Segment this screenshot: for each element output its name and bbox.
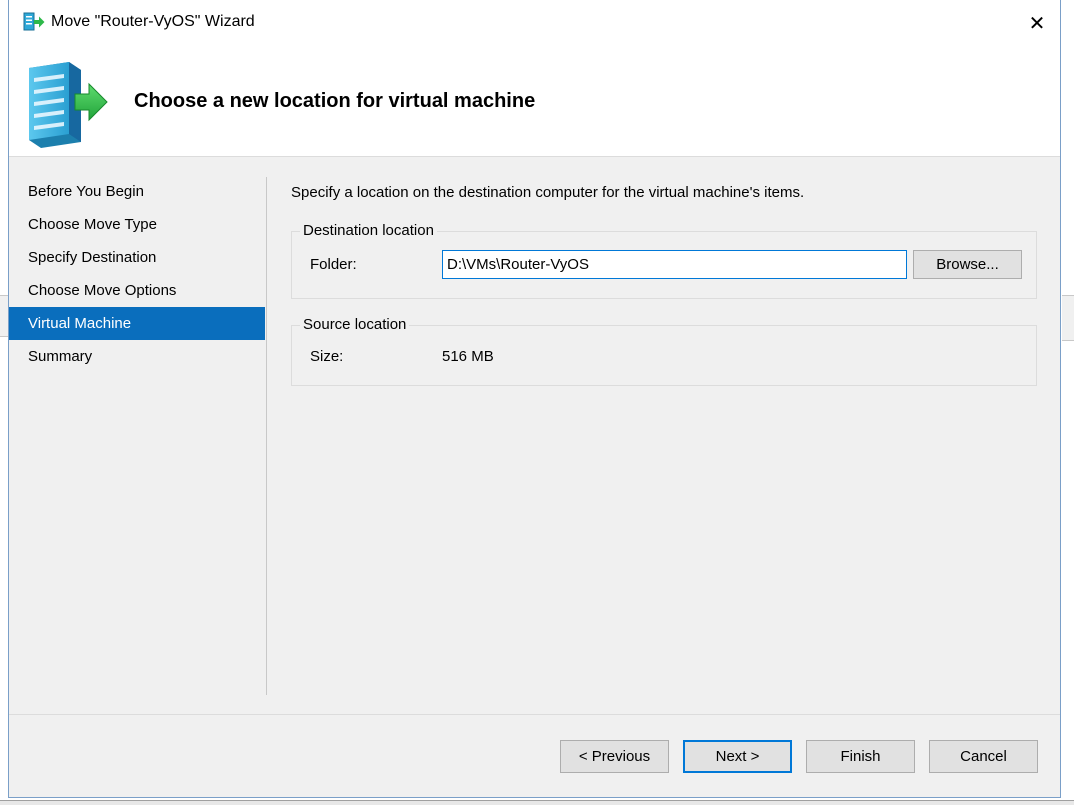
folder-label: Folder: — [310, 256, 357, 273]
finish-button[interactable]: Finish — [806, 740, 915, 773]
footer-divider — [9, 714, 1060, 715]
source-legend: Source location — [300, 316, 410, 333]
background-window-edge-right — [1062, 295, 1074, 341]
nav-item-choose-move-options[interactable]: Choose Move Options — [9, 274, 265, 307]
nav-item-choose-move-type[interactable]: Choose Move Type — [9, 208, 265, 241]
size-label: Size: — [310, 348, 344, 365]
wizard-body: Before You Begin Choose Move Type Specif… — [9, 157, 1060, 797]
server-arrow-icon — [29, 62, 108, 148]
source-location-group: Source location Size: 516 MB — [291, 316, 1037, 386]
wizard-header: Choose a new location for virtual machin… — [9, 46, 1060, 157]
instruction-text: Specify a location on the destination co… — [291, 184, 805, 201]
previous-button[interactable]: < Previous — [560, 740, 669, 773]
window-title: Move "Router-VyOS" Wizard — [51, 13, 255, 30]
title-bar: Move "Router-VyOS" Wizard ✕ — [9, 0, 1060, 46]
next-button[interactable]: Next > — [683, 740, 792, 773]
browse-button[interactable]: Browse... — [913, 250, 1022, 279]
server-move-icon — [23, 12, 45, 31]
size-value: 516 MB — [442, 348, 494, 365]
nav-item-summary[interactable]: Summary — [9, 340, 265, 373]
page-title: Choose a new location for virtual machin… — [134, 90, 536, 112]
wizard-window: Move "Router-VyOS" Wizard ✕ Choose a new… — [8, 0, 1061, 798]
nav-item-before-you-begin[interactable]: Before You Begin — [9, 175, 265, 208]
close-icon: ✕ — [1028, 12, 1046, 35]
step-nav: Before You Begin Choose Move Type Specif… — [9, 175, 265, 373]
folder-input[interactable] — [442, 250, 907, 279]
nav-divider — [266, 177, 267, 695]
destination-legend: Destination location — [300, 222, 437, 239]
nav-item-virtual-machine[interactable]: Virtual Machine — [9, 307, 265, 340]
destination-location-group: Destination location Folder: Browse... — [291, 222, 1037, 299]
cancel-button[interactable]: Cancel — [929, 740, 1038, 773]
nav-item-specify-destination[interactable]: Specify Destination — [9, 241, 265, 274]
close-button[interactable]: ✕ — [1014, 0, 1060, 46]
background-taskbar-edge — [0, 800, 1074, 805]
